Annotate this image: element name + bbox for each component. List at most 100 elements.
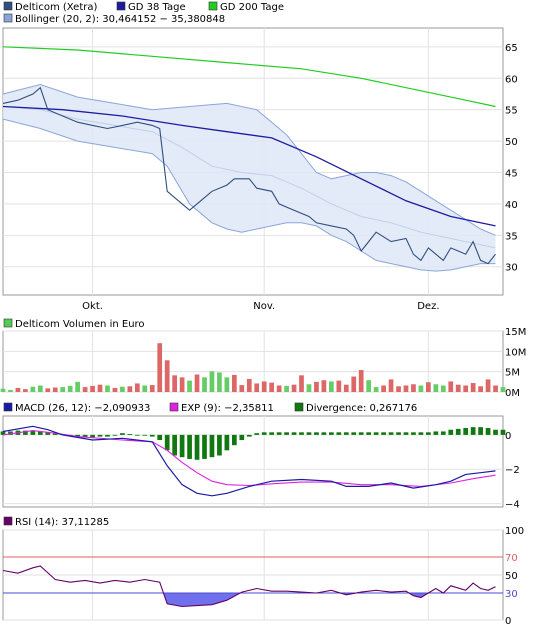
legend-swatch [3, 13, 13, 23]
divergence-bar [366, 432, 372, 435]
y-tick-label: 100 [505, 526, 524, 537]
volume-bar [284, 385, 289, 392]
stock-chart: Delticom (Xetra) GD 38 Tage GD 200 TageBol… [0, 1, 526, 627]
divergence-bar [202, 434, 207, 459]
divergence-bar [373, 432, 379, 435]
divergence-bar [224, 434, 230, 451]
y-tick-label: −2 [505, 465, 520, 476]
volume-bar [418, 385, 424, 392]
y-tick-label: 0 [505, 431, 511, 442]
y-tick-label: 50 [505, 571, 518, 582]
volume-bar [351, 376, 357, 392]
divergence-bar [351, 432, 357, 435]
divergence-bar [120, 433, 125, 435]
divergence-bar [142, 434, 148, 436]
volume-bar [142, 385, 148, 392]
volume-bar [433, 384, 439, 392]
legend-label: RSI (14): 37,11285 [15, 517, 109, 528]
divergence-bar [403, 432, 409, 435]
divergence-bar [299, 432, 304, 435]
divergence-bar [463, 428, 469, 435]
divergence-bar [321, 432, 327, 435]
volume-bar [187, 380, 192, 392]
divergence-bar [105, 434, 110, 437]
divergence-bar [478, 427, 483, 435]
volume-bar [321, 380, 327, 392]
volume-bar [23, 389, 28, 392]
volume-bar [411, 384, 416, 392]
y-tick-label: 45 [505, 168, 518, 179]
divergence-bar [500, 429, 506, 435]
volume-bar [246, 378, 252, 392]
volume-bar [149, 385, 155, 392]
volume-bar [478, 386, 483, 392]
divergence-bar [396, 432, 401, 435]
volume-bar [373, 387, 379, 392]
y-tick-label: 55 [505, 106, 518, 117]
legend-swatch [169, 402, 179, 412]
divergence-bar [455, 428, 461, 435]
divergence-bar [127, 434, 133, 435]
volume-bar [396, 386, 401, 392]
divergence-bar [411, 432, 416, 435]
divergence-bar [291, 432, 297, 435]
divergence-bar [433, 431, 439, 435]
legend-label: Divergence: 0,267176 [306, 403, 417, 414]
divergence-bar [112, 434, 118, 436]
divergence-bar [209, 434, 215, 458]
volume-bar [172, 375, 177, 392]
divergence-bar [217, 434, 222, 456]
divergence-bar [381, 432, 386, 435]
volume-bar [231, 374, 237, 392]
y-tick-label: 0M [505, 388, 520, 399]
divergence-bar [276, 432, 282, 435]
y-tick-label: 30 [505, 589, 518, 600]
volume-bar [366, 380, 372, 392]
x-tick-label: Okt. [82, 301, 103, 312]
volume-bar [75, 381, 80, 392]
volume-bar [120, 386, 125, 392]
volume-bar [403, 385, 409, 392]
legend-label: GD 38 Tage [128, 2, 186, 13]
divergence-bar [269, 432, 275, 435]
divergence-bar [343, 432, 349, 435]
volume-bar [343, 384, 349, 392]
divergence-bar [149, 434, 155, 437]
volume-bar [8, 389, 13, 392]
volume-bar [0, 388, 6, 392]
legend-label: Delticom Volumen in Euro [15, 319, 145, 330]
volume-bar [15, 387, 21, 392]
volume-bar [254, 383, 260, 392]
divergence-bar [246, 434, 252, 437]
divergence-bar [179, 434, 185, 458]
divergence-bar [314, 432, 319, 435]
volume-bar [30, 386, 36, 392]
volume-bar [179, 377, 185, 392]
volume-bar [440, 385, 446, 392]
volume-bar [105, 385, 110, 392]
volume-bar [291, 384, 297, 392]
divergence-bar [254, 433, 260, 435]
divergence-bar [187, 434, 192, 459]
volume-bar [306, 384, 312, 392]
divergence-bar [485, 428, 491, 435]
volume-bar [485, 379, 491, 392]
divergence-bar [418, 432, 424, 435]
x-tick-label: Dez. [417, 301, 439, 312]
volume-bar [381, 385, 386, 392]
divergence-bar [329, 432, 334, 435]
volume-bar [329, 381, 334, 392]
volume-bar [269, 382, 275, 392]
volume-bar [112, 387, 118, 392]
divergence-bar [284, 432, 289, 435]
divergence-bar [164, 434, 170, 451]
volume-bar [299, 375, 304, 392]
y-tick-label: 50 [505, 137, 518, 148]
legend-swatch [116, 1, 126, 11]
divergence-bar [157, 434, 163, 441]
divergence-bar [493, 429, 498, 435]
divergence-bar [134, 434, 140, 436]
volume-bar [426, 382, 431, 392]
volume-bar [314, 381, 319, 392]
divergence-bar [448, 429, 454, 435]
